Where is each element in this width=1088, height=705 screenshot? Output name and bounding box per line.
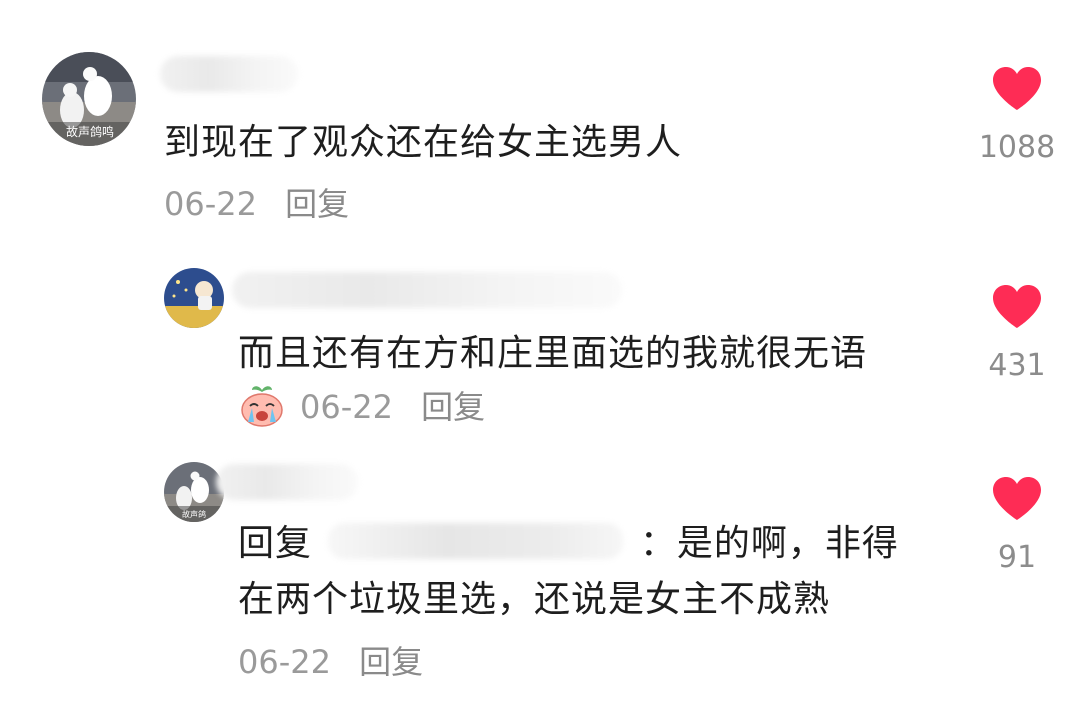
comment-body-line-2: 在两个垃圾里选，还说是女主不成熟: [238, 579, 831, 620]
svg-text:故声鸽: 故声鸽: [182, 509, 206, 519]
reply-button[interactable]: 回复: [359, 643, 423, 681]
heart-icon[interactable]: [991, 284, 1043, 330]
comment-meta: 06-22 回复: [164, 184, 349, 224]
like-count: 1088: [978, 130, 1056, 165]
comment-body: 而且还有在方和庄里面选的我就很无语: [238, 333, 868, 374]
reply-button[interactable]: 回复: [285, 185, 349, 223]
comment-date: 06-22: [164, 185, 257, 223]
crying-peach-sticker: [238, 384, 286, 432]
commenter-avatar[interactable]: 故声鸽鸣: [42, 52, 136, 146]
comment-body: 到现在了观众还在给女主选男人: [164, 122, 683, 163]
comment-text: 而且还有在方和庄里面选的我就很无语: [238, 326, 867, 382]
heart-icon[interactable]: [991, 66, 1043, 112]
heart-icon[interactable]: [991, 476, 1043, 522]
like-count: 91: [997, 540, 1037, 575]
reply-button[interactable]: 回复: [421, 388, 485, 426]
comment-thread: 故声鸽鸣 到现在了观众还在给女主选男人 06-22 回复 1088 而且还有在方…: [0, 0, 1088, 705]
comment-body-part: ：是的啊，非得: [639, 523, 899, 564]
commenter-name-blurred[interactable]: [232, 272, 622, 308]
like-count: 431: [988, 348, 1046, 383]
commenter-name-blurred[interactable]: [216, 464, 358, 500]
like-control[interactable]: 431: [972, 284, 1062, 384]
comment-meta: 06-22 回复: [238, 642, 423, 682]
like-control[interactable]: 1088: [972, 66, 1062, 166]
commenter-avatar[interactable]: 故声鸽: [164, 462, 224, 522]
comment-text: 回复 ：是的啊，非得 在两个垃圾里选，还说是女主不成熟: [238, 516, 899, 628]
comment-text: 到现在了观众还在给女主选男人: [164, 115, 682, 171]
comment-date: 06-22: [238, 643, 331, 681]
commenter-name-blurred[interactable]: [160, 56, 298, 92]
svg-text:故声鸽鸣: 故声鸽鸣: [66, 124, 114, 139]
comment-body-line-1: 回复 ：是的啊，非得: [238, 516, 899, 572]
comment-date: 06-22: [300, 388, 393, 426]
reply-prefix: 回复: [238, 523, 313, 564]
comment-meta: 06-22 回复: [300, 387, 485, 427]
commenter-avatar[interactable]: [164, 268, 224, 328]
mentioned-user-blurred[interactable]: [328, 523, 624, 559]
like-control[interactable]: 91: [972, 476, 1062, 576]
